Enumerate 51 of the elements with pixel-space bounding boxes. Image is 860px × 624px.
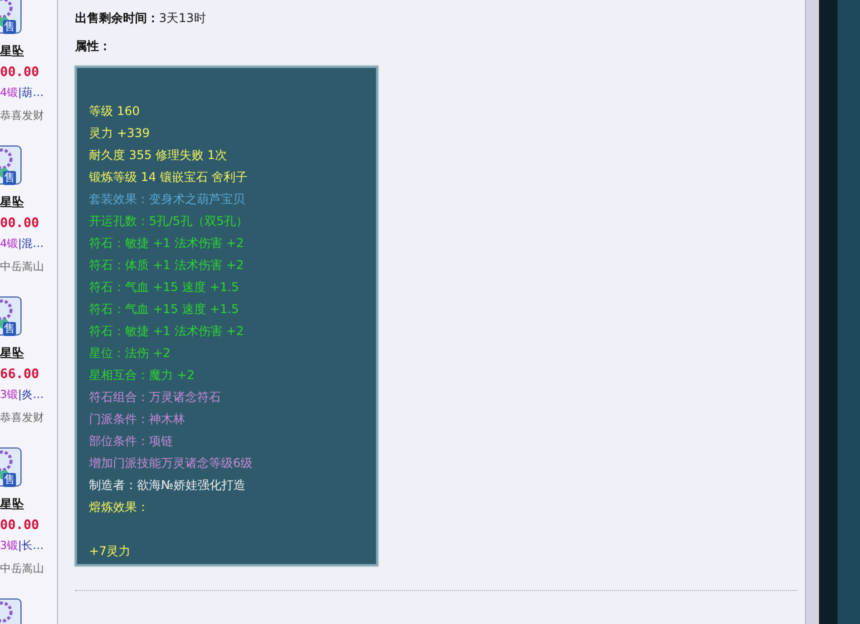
attribute-line: 符石组合：万灵诸念符石: [89, 389, 221, 406]
attribute-line: 制造者：欲海№娇娃强化打造: [89, 477, 246, 494]
sale-badge: 售: [3, 171, 16, 185]
item-name[interactable]: 星坠: [0, 43, 24, 60]
item-detail[interactable]: |葫…: [18, 86, 44, 99]
necklace-icon[interactable]: 售: [0, 296, 22, 336]
sale-badge: 售: [3, 322, 16, 336]
attribute-line: 星位：法伤 +2: [89, 345, 171, 362]
item-price: 00.00: [0, 65, 40, 80]
attribute-line: 灵力 +339: [89, 125, 150, 142]
attribute-line: 符石：气血 +15 速度 +1.5: [89, 279, 239, 296]
item-detail[interactable]: |炎…: [18, 388, 44, 401]
item-price: 00.00: [0, 518, 40, 533]
attribute-line: 耐久度 355 修理失败 1次: [89, 147, 227, 164]
attribute-line: 锻炼等级 14 镶嵌宝石 舍利子: [89, 169, 248, 186]
attribute-line: 符石：敏捷 +1 法术伤害 +2: [89, 323, 244, 340]
forge-level: 4锻: [0, 237, 18, 250]
seller-name: 恭喜发财: [0, 410, 44, 425]
forge-level: 3锻: [0, 539, 18, 552]
attribute-line: 部位条件：项链: [89, 433, 173, 450]
seller-name: 恭喜发财: [0, 108, 44, 123]
attribute-line: 开运孔数：5孔/5孔（双5孔）: [89, 213, 248, 230]
item-name[interactable]: 星坠: [0, 194, 24, 211]
item-name[interactable]: 星坠: [0, 345, 24, 362]
attribute-line: 增加门派技能万灵诸念等级6级: [89, 455, 253, 472]
sale-badge: 售: [3, 20, 16, 34]
attribute-line: 等级 160: [89, 103, 140, 120]
necklace-icon[interactable]: 售: [0, 145, 22, 185]
necklace-icon[interactable]: 售: [0, 447, 22, 487]
sale-time-value: 3天13时: [159, 10, 206, 26]
sale-badge: 售: [3, 473, 16, 487]
attribute-line: 套装效果：变身术之葫芦宝贝: [89, 191, 245, 208]
attribute-line: 星相互合：魔力 +2: [89, 367, 195, 384]
forge-level: 3锻: [0, 388, 18, 401]
seller-name: 中岳嵩山: [0, 259, 44, 274]
item-detail[interactable]: |长…: [18, 539, 44, 552]
forge-level: 4锻: [0, 86, 18, 99]
attribute-line: 符石：气血 +15 速度 +1.5: [89, 301, 239, 318]
item-name[interactable]: 星坠: [0, 496, 24, 513]
seller-name: 中岳嵩山: [0, 561, 44, 576]
attribute-line: 符石：体质 +1 法术伤害 +2: [89, 257, 244, 274]
attribute-line: 熔炼效果：: [89, 499, 149, 516]
sale-time-label: 出售剩余时间：: [75, 10, 159, 26]
item-price: 66.00: [0, 367, 40, 382]
attribute-line: 符石：敏捷 +1 法术伤害 +2: [89, 235, 244, 252]
attribute-line: +7灵力: [89, 543, 131, 560]
necklace-icon[interactable]: 售: [0, 0, 22, 34]
item-detail[interactable]: |混…: [18, 237, 44, 250]
item-price: 00.00: [0, 216, 40, 231]
attribute-line: 门派条件：神木林: [89, 411, 185, 428]
attributes-label: 属性：: [75, 38, 111, 54]
